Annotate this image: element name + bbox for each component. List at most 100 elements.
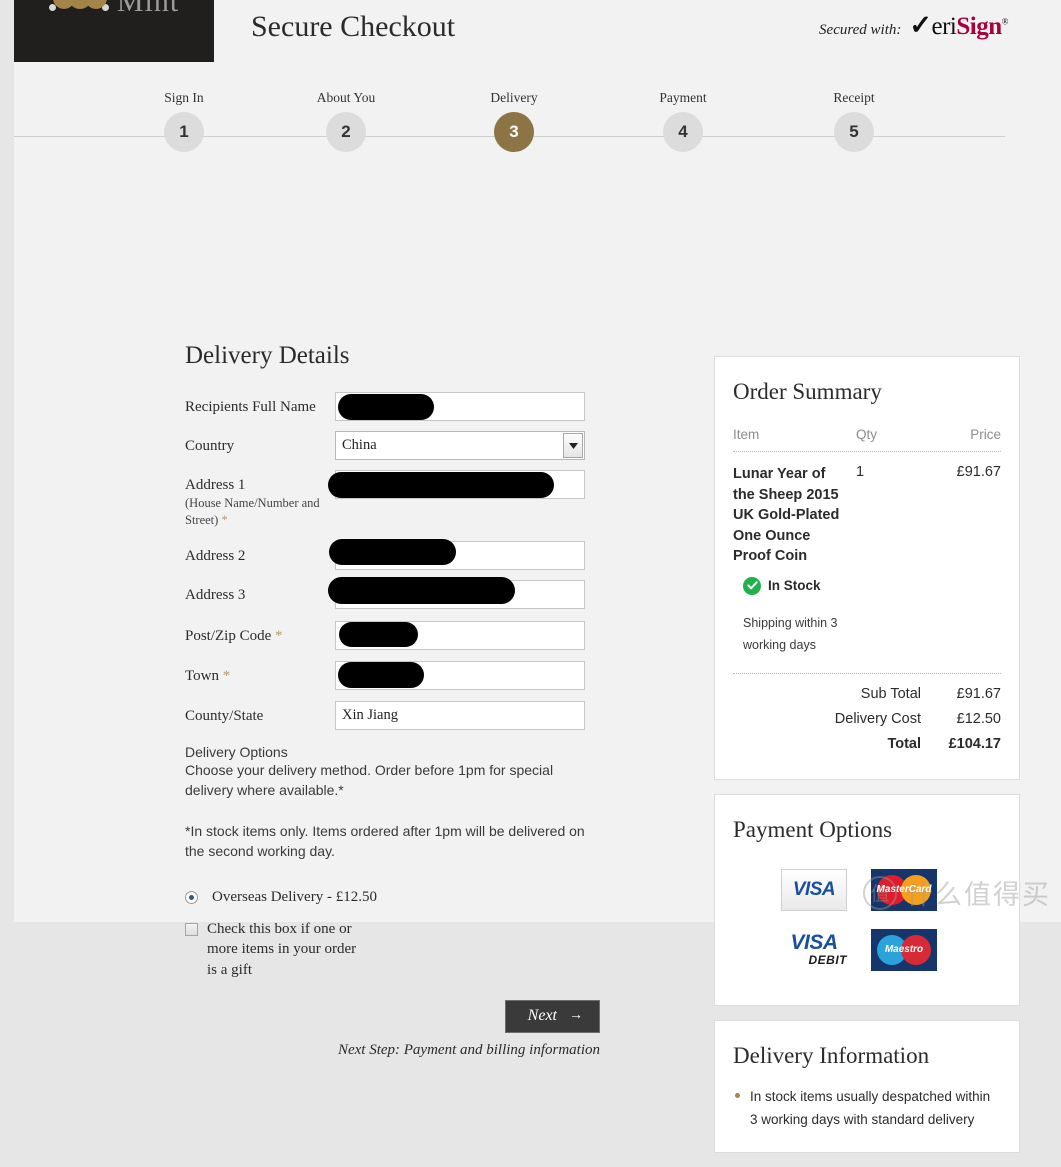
address-2-input[interactable]: [335, 541, 585, 570]
secured-label: Secured with:: [819, 22, 902, 38]
field-label: Address 2: [185, 548, 246, 564]
field-label: Post/Zip Code *: [185, 621, 335, 646]
total-row-delivery-cost: Delivery Cost £12.50: [733, 711, 1001, 727]
page-title: Secure Checkout: [251, 10, 456, 43]
country-select[interactable]: China: [335, 431, 585, 460]
field-recipients-full-name: Recipients Full Name: [185, 392, 600, 421]
page-header: Mint Secure Checkout Secured with: ✓eriS…: [14, 0, 1061, 62]
post-zip-code-input[interactable]: [335, 621, 585, 650]
visa-logo-text: VISA: [792, 878, 836, 900]
visa-debit-logo-text: VISA: [790, 931, 838, 955]
stepper-label: Delivery: [490, 90, 538, 105]
mastercard-logo-text: MasterCard: [876, 883, 932, 895]
field-county-state: County/State: [185, 701, 600, 730]
stock-status-badge: In Stock: [743, 576, 1001, 595]
total-value: £12.50: [956, 710, 1001, 727]
stepper-label: Payment: [659, 90, 707, 105]
stepper-label: Receipt: [833, 90, 875, 105]
mastercard-logo-icon: MasterCard: [871, 868, 937, 911]
verisign-check-glyph: ✓: [909, 10, 932, 40]
delivery-options-text: Choose your delivery method. Order befor…: [185, 762, 554, 799]
arrow-right-icon: →: [569, 1007, 583, 1023]
delivery-information-title: Delivery Information: [733, 1042, 930, 1068]
address-1-input[interactable]: [335, 470, 585, 499]
order-item-row: Lunar Year of the Sheep 2015 UK Gold-Pla…: [733, 464, 1001, 567]
field-label: Recipients Full Name: [185, 399, 316, 415]
secured-with-badge: Secured with: ✓eriSign®: [819, 10, 1008, 41]
divider: [733, 672, 1001, 674]
field-label-text: Town: [185, 668, 219, 684]
check-circle-icon: [743, 576, 761, 595]
next-button[interactable]: Next →: [504, 999, 600, 1033]
recipients-full-name-input[interactable]: [335, 392, 585, 421]
checkout-page: Mint Secure Checkout Secured with: ✓eriS…: [14, 0, 1061, 1153]
order-item-name: Lunar Year of the Sheep 2015 UK Gold-Pla…: [733, 466, 840, 565]
gift-checkbox-label: Check this box if one or more items in y…: [207, 921, 357, 978]
brand-name: Mint: [116, 0, 180, 18]
order-summary-panel: Order Summary Item Qty Price Lunar Year …: [714, 356, 1020, 780]
stepper-step-about-you[interactable]: About You 2: [286, 90, 406, 152]
field-address-2: Address 2: [185, 539, 600, 570]
stepper-step-delivery[interactable]: Delivery 3: [454, 90, 574, 152]
field-label-text: Post/Zip Code: [185, 628, 272, 644]
visa-debit-card-logo-icon: VISA DEBIT: [781, 929, 847, 971]
stepper-label: Sign In: [164, 90, 204, 105]
stepper-number: 4: [663, 112, 703, 152]
order-item-qty: 1: [856, 464, 865, 480]
total-row-grand-total: Total £104.17: [733, 736, 1001, 752]
maestro-card-logo-icon: Maestro: [871, 928, 937, 971]
visa-debit-sublabel: DEBIT: [808, 953, 847, 968]
delivery-information-bullet: In stock items usually despatched within…: [733, 1085, 1001, 1132]
total-label: Delivery Cost: [834, 710, 921, 727]
column-header-item: Item: [733, 427, 760, 442]
verisign-sign-text: Sign: [956, 13, 1002, 40]
chevron-down-icon[interactable]: [563, 433, 583, 458]
delivery-options-title: Delivery Options: [185, 744, 288, 760]
field-address-1: Address 1 (House Name/Number and Street)…: [185, 470, 600, 529]
gift-checkbox[interactable]: [185, 923, 198, 937]
column-header-price: Price: [970, 427, 1001, 442]
country-selected-value: China: [342, 437, 377, 453]
stepper-number: 3: [494, 112, 534, 152]
order-totals: Sub Total £91.67 Delivery Cost £12.50 To…: [733, 686, 1001, 752]
county-state-input[interactable]: [335, 701, 585, 730]
required-marker: *: [275, 628, 283, 644]
total-value: £104.17: [948, 735, 1001, 752]
form-title: Delivery Details: [185, 342, 350, 369]
stepper-number: 5: [834, 112, 874, 152]
field-label: Address 3: [185, 587, 246, 603]
verisign-veri-text: eri: [931, 13, 957, 40]
sidebar: Order Summary Item Qty Price Lunar Year …: [714, 356, 1020, 1167]
order-summary-header-row: Item Qty Price: [733, 427, 1001, 442]
divider: [733, 451, 1001, 452]
town-input[interactable]: [335, 661, 585, 690]
delivery-options-note: *In stock items only. Items ordered afte…: [185, 822, 585, 859]
order-item-price: £91.67: [956, 464, 1001, 480]
required-marker: *: [221, 513, 228, 528]
mint-coins-logo-icon: [48, 0, 109, 19]
column-header-qty: Qty: [856, 427, 878, 442]
stepper-number: 2: [326, 112, 366, 152]
gift-checkbox-row[interactable]: Check this box if one or more items in y…: [185, 919, 600, 980]
stepper-number: 1: [164, 112, 204, 152]
verisign-registered-mark: ®: [1001, 16, 1009, 27]
radio-button[interactable]: [185, 891, 198, 905]
stepper-step-sign-in[interactable]: Sign In 1: [124, 90, 244, 152]
order-summary-title: Order Summary: [733, 379, 882, 404]
next-button-label: Next: [527, 1006, 557, 1024]
total-value: £91.67: [956, 685, 1001, 702]
delivery-method-option-overseas[interactable]: Overseas Delivery - £12.50: [185, 889, 600, 906]
required-marker: *: [222, 668, 231, 684]
address-3-input[interactable]: [335, 580, 585, 609]
stock-status-text: In Stock: [768, 578, 821, 594]
total-row-subtotal: Sub Total £91.67: [733, 686, 1001, 702]
stepper-step-receipt[interactable]: Receipt 5: [794, 90, 914, 152]
delivery-information-panel: Delivery Information In stock items usua…: [714, 1019, 1020, 1153]
field-town: Town *: [185, 661, 600, 690]
stepper-step-payment[interactable]: Payment 4: [623, 90, 743, 152]
brand-logo[interactable]: Mint: [14, 0, 214, 62]
field-label: County/State: [185, 708, 264, 724]
field-address-3: Address 3: [185, 577, 600, 609]
delivery-details-form: Delivery Details Recipients Full Name Co…: [185, 342, 600, 1059]
field-label: Country: [185, 438, 235, 454]
